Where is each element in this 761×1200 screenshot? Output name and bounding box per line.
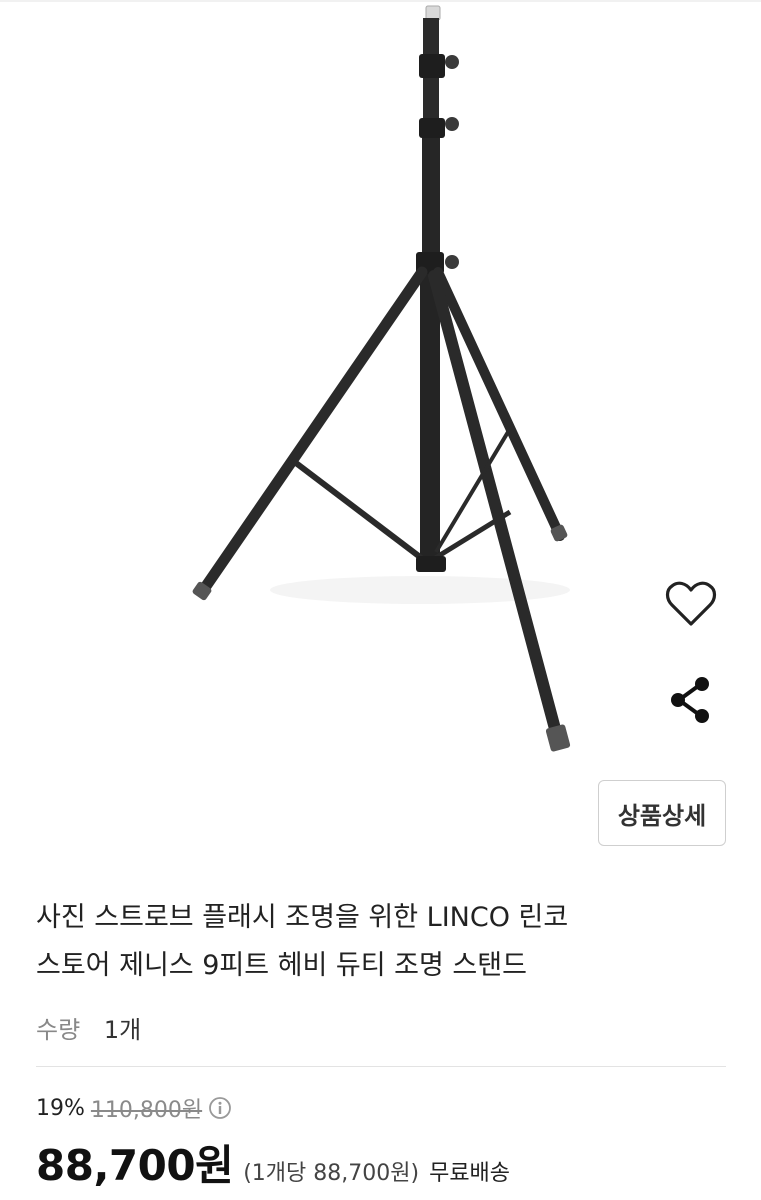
- quantity-row: 수량 1개: [36, 1010, 141, 1050]
- product-title-line2: 스토어 제니스 9피트 헤비 듀티 조명 스탠드: [36, 950, 527, 981]
- product-title-line1: 사진 스트로브 플래시 조명을 위한 LINCO 린코: [36, 902, 569, 933]
- original-price: 110,800원: [90, 1098, 203, 1123]
- unit-price: (1개당 88,700원): [243, 1161, 420, 1186]
- discount-rate: 19%: [36, 1095, 85, 1121]
- product-detail-button[interactable]: 상품상세: [598, 780, 726, 846]
- share-icon: [667, 674, 715, 730]
- share-button[interactable]: [659, 670, 723, 734]
- info-icon[interactable]: [208, 1096, 232, 1120]
- product-image: [192, 5, 571, 752]
- product-title: 사진 스트로브 플래시 조명을 위한 LINCO 린코 스토어 제니스 9피트 …: [36, 894, 696, 990]
- shipping-info: 무료배송: [429, 1161, 511, 1186]
- quantity-value: 1개: [103, 1016, 142, 1044]
- quantity-label: 수량: [36, 1016, 81, 1044]
- heart-outline-icon: [665, 580, 717, 632]
- wishlist-button[interactable]: [659, 574, 723, 638]
- price-row: 88,700원 (1개당 88,700원) 무료배송: [36, 1132, 510, 1192]
- sale-price: 88,700원: [36, 1141, 234, 1190]
- discount-row: 19% 110,800원: [36, 1089, 232, 1127]
- section-divider: [36, 1066, 726, 1067]
